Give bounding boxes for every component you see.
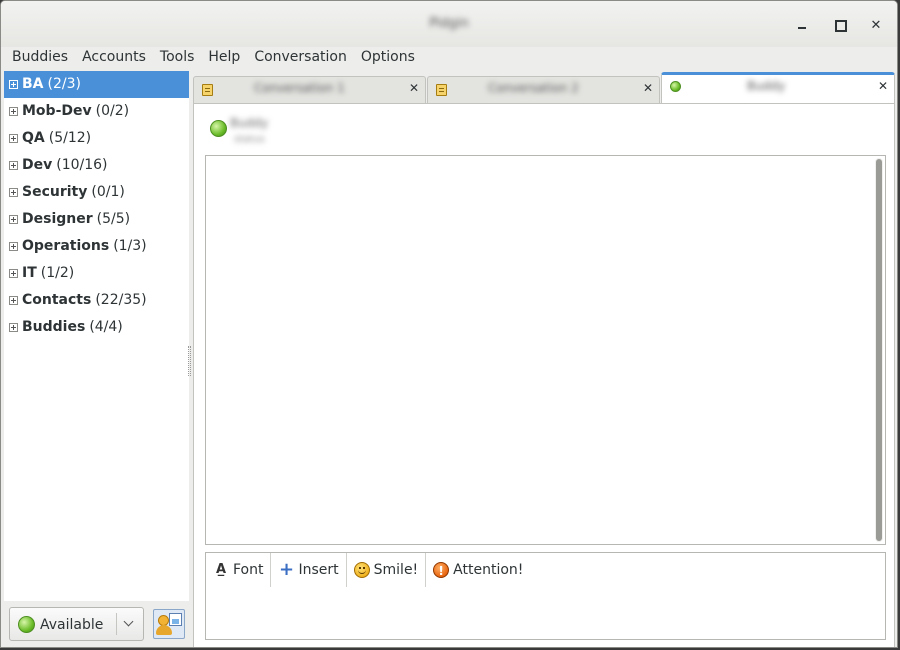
font-label: Font: [233, 562, 264, 578]
group-count: (5/5): [96, 211, 131, 227]
conversation-buddy-name: Buddy: [230, 116, 269, 130]
expand-icon[interactable]: [9, 107, 18, 116]
font-button[interactable]: A̲ Font: [206, 553, 272, 587]
group-name: Contacts: [22, 292, 92, 308]
buddy-group-dev[interactable]: Dev (10/16): [4, 152, 189, 179]
tab-conversation-1[interactable]: Conversation 1 ✕: [193, 76, 426, 103]
buddy-group-mob-dev[interactable]: Mob-Dev (0/2): [4, 98, 189, 125]
group-count: (0/2): [95, 103, 130, 119]
expand-icon[interactable]: [9, 296, 18, 305]
expand-icon[interactable]: [9, 80, 18, 89]
history-scrollbar[interactable]: [875, 158, 883, 542]
group-name: Operations: [22, 238, 110, 254]
attention-icon: !: [433, 562, 450, 578]
scrollbar-thumb[interactable]: [876, 159, 882, 541]
chevron-down-icon[interactable]: [124, 618, 134, 628]
picture-icon: [169, 613, 182, 626]
smile-label: Smile!: [373, 562, 419, 578]
tab-label: Conversation 2: [488, 81, 579, 95]
group-name: IT: [22, 265, 37, 281]
insert-label: Insert: [298, 562, 339, 578]
attention-button[interactable]: ! Attention!: [426, 553, 530, 587]
title-bar[interactable]: Pidgin: [1, 1, 897, 47]
expand-icon[interactable]: [9, 242, 18, 251]
status-label: Available: [40, 617, 104, 633]
group-count: (22/35): [95, 292, 147, 308]
buddy-group-designer[interactable]: Designer (5/5): [4, 206, 189, 233]
group-count: (1/2): [40, 265, 75, 281]
group-count: (5/12): [48, 130, 92, 146]
menu-accounts[interactable]: Accounts: [75, 47, 153, 71]
close-icon[interactable]: ✕: [878, 79, 888, 93]
buddy-group-it[interactable]: IT (1/2): [4, 260, 189, 287]
note-icon: [202, 84, 213, 96]
pidgin-window: Pidgin Buddies Accounts Tools Help Conve…: [0, 0, 898, 648]
smile-button[interactable]: Smile!: [347, 553, 427, 587]
tab-label: Conversation 1: [254, 81, 345, 95]
close-icon[interactable]: ✕: [643, 81, 653, 95]
group-count: (4/4): [89, 319, 123, 335]
menu-bar: Buddies Accounts Tools Help Conversation…: [1, 47, 897, 71]
status-selector[interactable]: Available: [9, 607, 144, 641]
conversation-panel: Buddy status A̲ Font + Insert Smile! ! A…: [193, 103, 895, 647]
user-body-icon: [156, 625, 172, 635]
expand-icon[interactable]: [9, 161, 18, 170]
smiley-icon: [353, 562, 370, 578]
minimize-button[interactable]: [791, 13, 813, 35]
insert-button[interactable]: + Insert: [271, 553, 347, 587]
group-name: Designer: [22, 211, 93, 227]
note-icon: [436, 84, 447, 96]
menu-options[interactable]: Options: [354, 47, 422, 71]
expand-icon[interactable]: [9, 215, 18, 224]
menu-help[interactable]: Help: [201, 47, 247, 71]
tab-conversation-active[interactable]: Buddy ✕: [661, 72, 895, 103]
group-count: (1/3): [113, 238, 147, 254]
window-title: Pidgin: [429, 16, 469, 31]
group-count: (0/1): [91, 184, 125, 200]
group-count: (2/3): [47, 76, 81, 92]
menu-tools[interactable]: Tools: [153, 47, 202, 71]
online-status-icon: [210, 120, 227, 137]
attention-label: Attention!: [453, 562, 524, 578]
compose-area: A̲ Font + Insert Smile! ! Attention!: [205, 552, 886, 640]
plus-icon: +: [278, 559, 295, 580]
conversation-area: Conversation 1 ✕ Conversation 2 ✕ Buddy …: [193, 71, 897, 647]
buddy-icon-button[interactable]: [153, 609, 185, 639]
pane-resize-handle[interactable]: [188, 346, 191, 376]
buddy-group-contacts[interactable]: Contacts (22/35): [4, 287, 189, 314]
expand-icon[interactable]: [9, 269, 18, 278]
buddy-list: BA (2/3) Mob-Dev (0/2) QA (5/12) Dev (10/16)…: [4, 71, 189, 601]
conversation-buddy-status: status: [234, 134, 265, 145]
menu-buddies[interactable]: Buddies: [5, 47, 75, 71]
maximize-button[interactable]: [828, 13, 850, 35]
menu-conversation[interactable]: Conversation: [247, 47, 354, 71]
format-toolbar: A̲ Font + Insert Smile! ! Attention!: [206, 553, 530, 587]
close-icon[interactable]: ✕: [409, 81, 419, 95]
available-status-icon: [18, 616, 35, 633]
status-separator: [116, 613, 117, 635]
buddy-group-qa[interactable]: QA (5/12): [4, 125, 189, 152]
font-icon: A̲: [215, 562, 227, 577]
group-name: Security: [22, 184, 88, 200]
expand-icon[interactable]: [9, 134, 18, 143]
group-count: (10/16): [56, 157, 108, 173]
buddy-group-ba[interactable]: BA (2/3): [4, 71, 189, 98]
message-input[interactable]: [206, 587, 885, 639]
tab-conversation-2[interactable]: Conversation 2 ✕: [427, 76, 660, 103]
close-button[interactable]: [865, 13, 887, 35]
expand-icon[interactable]: [9, 188, 18, 197]
buddy-group-security[interactable]: Security (0/1): [4, 179, 189, 206]
group-name: BA: [22, 76, 44, 92]
group-name: Mob-Dev: [22, 103, 92, 119]
group-name: Dev: [22, 157, 53, 173]
expand-icon[interactable]: [9, 323, 18, 332]
group-name: QA: [22, 130, 45, 146]
buddy-group-operations[interactable]: Operations (1/3): [4, 233, 189, 260]
message-history[interactable]: [205, 155, 886, 545]
online-status-icon: [670, 81, 681, 92]
buddy-group-buddies[interactable]: Buddies (4/4): [4, 314, 189, 341]
tab-label: Buddy: [747, 79, 786, 93]
group-name: Buddies: [22, 319, 86, 335]
